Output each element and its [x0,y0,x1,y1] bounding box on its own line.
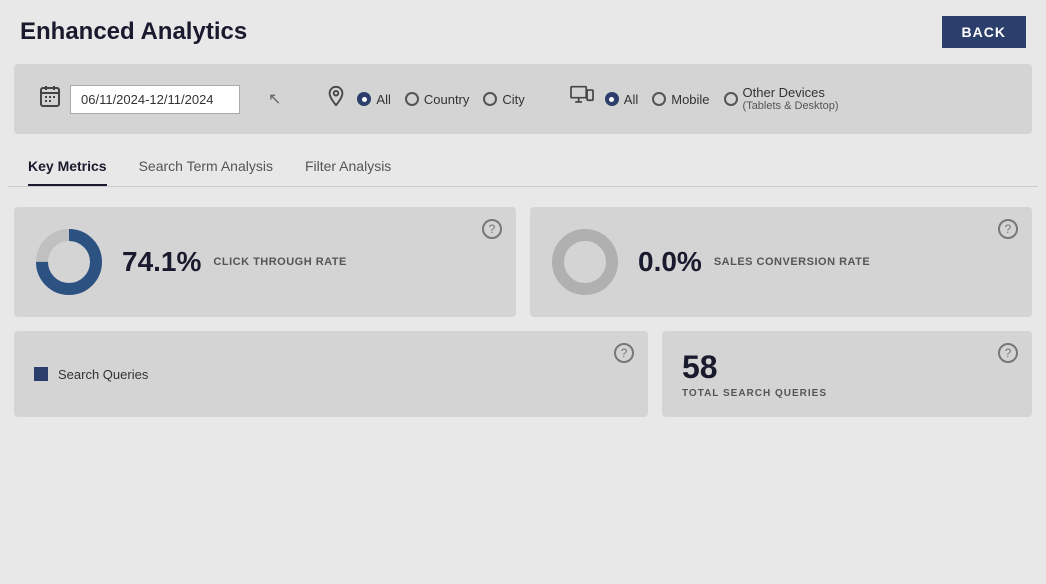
device-all-dot [605,92,619,106]
click-through-rate-help-icon[interactable]: ? [482,219,502,239]
total-queries-count: 58 [682,349,1012,386]
location-city-option[interactable]: City [483,92,524,107]
device-other-option[interactable]: Other Devices (Tablets & Desktop) [724,85,839,114]
page-title: Enhanced Analytics [20,18,247,46]
tab-filter-analysis[interactable]: Filter Analysis [305,158,391,186]
total-queries-help-icon[interactable]: ? [998,343,1018,363]
location-all-label: All [376,92,390,107]
sales-conversion-rate-card: ? 0.0% SALES CONVERSION RATE [530,207,1032,317]
search-queries-card: ? Search Queries [14,331,648,417]
calendar-icon [38,84,62,114]
location-city-dot [483,92,497,106]
filter-section: ↖ All Country City [14,64,1032,134]
location-city-label: City [502,92,524,107]
location-all-dot [357,92,371,106]
location-country-option[interactable]: Country [405,92,470,107]
location-pin-icon [325,85,347,113]
cursor-indicator: ↖ [268,89,281,109]
device-radio-group: All Mobile Other Devices (Tablets & Desk… [605,85,839,114]
device-mobile-dot [652,92,666,106]
device-filter: All Mobile Other Devices (Tablets & Desk… [569,85,839,114]
bottom-cards-row: ? Search Queries ? 58 TOTAL SEARCH QUERI… [14,331,1032,417]
search-queries-label: Search Queries [58,367,148,382]
device-monitor-icon [569,85,595,113]
location-filter: All Country City [325,85,524,113]
device-all-option[interactable]: All [605,92,638,107]
device-mobile-option[interactable]: Mobile [652,92,709,107]
click-through-rate-value: 74.1% [122,246,201,278]
click-through-rate-label: CLICK THROUGH RATE [213,256,346,268]
search-queries-legend [34,367,48,381]
date-range-wrapper [38,84,240,114]
sales-conversion-rate-chart [550,227,620,297]
tab-search-term-analysis[interactable]: Search Term Analysis [139,158,273,186]
device-other-label: Other Devices (Tablets & Desktop) [743,85,839,114]
back-button[interactable]: BACK [942,16,1026,48]
sales-conversion-rate-help-icon[interactable]: ? [998,219,1018,239]
search-queries-help-icon[interactable]: ? [614,343,634,363]
location-radio-group: All Country City [357,92,524,107]
page-header: Enhanced Analytics BACK [0,0,1046,64]
sales-conversion-rate-value-block: 0.0% SALES CONVERSION RATE [638,246,870,278]
location-country-dot [405,92,419,106]
total-queries-label: TOTAL SEARCH QUERIES [682,388,1012,399]
tab-bar: Key Metrics Search Term Analysis Filter … [8,148,1038,187]
device-mobile-label: Mobile [671,92,709,107]
device-all-label: All [624,92,638,107]
date-range-input[interactable] [70,85,240,114]
metric-cards-row: ? 74.1% CLICK THROUGH RATE ? 0.0% SALES … [14,207,1032,317]
click-through-rate-value-block: 74.1% CLICK THROUGH RATE [122,246,347,278]
sales-conversion-rate-label: SALES CONVERSION RATE [714,256,870,268]
tab-key-metrics[interactable]: Key Metrics [28,158,107,186]
total-queries-card: ? 58 TOTAL SEARCH QUERIES [662,331,1032,417]
sales-conversion-rate-value: 0.0% [638,246,702,278]
click-through-rate-chart [34,227,104,297]
location-all-option[interactable]: All [357,92,390,107]
device-other-dot [724,92,738,106]
location-country-label: Country [424,92,470,107]
click-through-rate-card: ? 74.1% CLICK THROUGH RATE [14,207,516,317]
